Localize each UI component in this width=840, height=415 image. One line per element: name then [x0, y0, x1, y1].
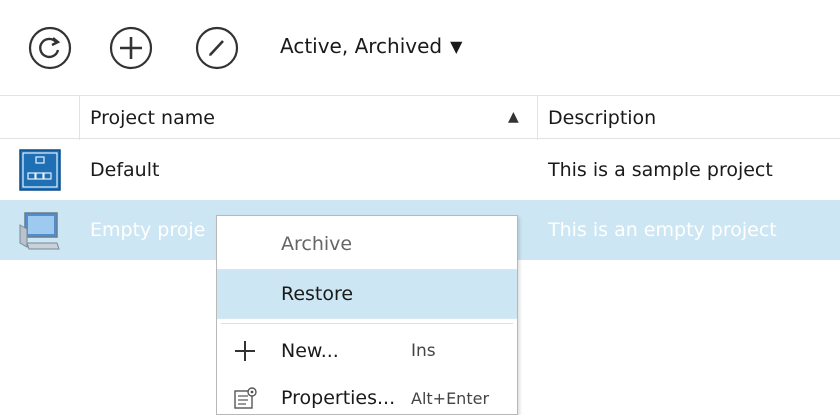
add-button[interactable] — [107, 24, 155, 72]
grid-header: Project name ▲ Description — [0, 95, 840, 140]
menu-item-new-shortcut: Ins — [411, 341, 436, 361]
caret-down-icon: ▼ — [450, 36, 463, 56]
menu-item-archive[interactable]: Archive — [217, 219, 517, 269]
toolbar: Active, Archived ▼ — [0, 0, 840, 94]
description-cell: This is an empty project — [548, 219, 777, 241]
project-name-cell: Default — [90, 159, 160, 181]
status-filter-dropdown[interactable]: Active, Archived ▼ — [280, 34, 462, 58]
project-name-column-header[interactable]: Project name — [80, 96, 538, 140]
project-name-header-label: Project name — [90, 107, 215, 129]
icon-column-header[interactable] — [0, 96, 80, 140]
description-column-header[interactable]: Description — [538, 96, 840, 140]
menu-item-restore[interactable]: Restore — [217, 269, 517, 319]
refresh-icon — [28, 26, 72, 70]
empty-project-icon — [10, 200, 70, 260]
properties-icon — [231, 384, 259, 412]
sort-ascending-icon: ▲ — [508, 109, 519, 125]
edit-button[interactable] — [193, 24, 241, 72]
add-icon — [109, 26, 153, 70]
menu-item-properties[interactable]: Properties... Alt+Enter — [217, 373, 517, 415]
project-name-cell: Empty proje — [90, 219, 206, 241]
table-row[interactable]: Default This is a sample project — [0, 140, 840, 200]
menu-item-properties-label: Properties... — [281, 387, 396, 409]
context-menu: Archive Restore New... Ins Properties... — [216, 215, 518, 415]
description-cell: This is a sample project — [548, 159, 773, 181]
menu-item-archive-label: Archive — [281, 233, 353, 255]
menu-item-properties-shortcut: Alt+Enter — [411, 388, 490, 408]
menu-separator — [221, 323, 513, 324]
edit-icon — [195, 26, 239, 70]
menu-item-restore-label: Restore — [281, 283, 354, 305]
menu-item-new[interactable]: New... Ins — [217, 326, 517, 376]
menu-item-new-label: New... — [281, 340, 339, 362]
description-header-label: Description — [548, 107, 657, 129]
plus-icon — [231, 337, 259, 365]
refresh-button[interactable] — [26, 24, 74, 72]
status-filter-label: Active, Archived — [280, 34, 443, 58]
default-project-icon — [10, 140, 70, 200]
